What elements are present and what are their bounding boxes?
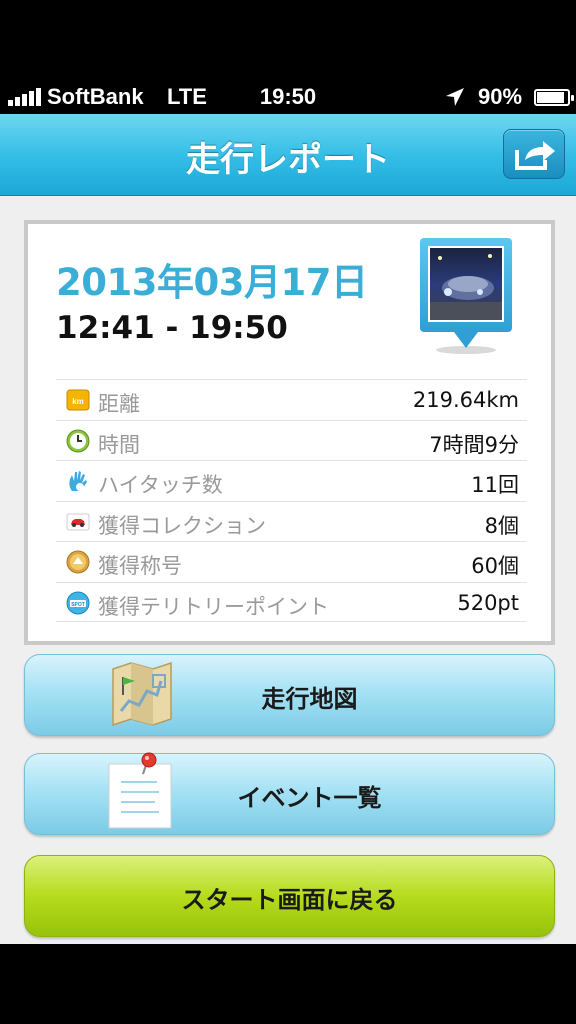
battery-icon [534,89,574,106]
stat-value: 219.64km [412,388,519,412]
status-bar: SoftBank LTE 19:50 90% [0,0,576,114]
stat-label: 時間 [98,432,140,457]
km-icon: km [66,389,90,411]
car-card-icon [66,513,90,530]
share-button[interactable] [503,129,565,179]
drive-map-button-label: 走行地図 [261,685,358,713]
report-card: 2013年03月17日 12:41 - 19:50 km 距離 219.64km… [24,220,555,645]
stat-value: 8個 [484,513,519,538]
content-area: 2013年03月17日 12:41 - 19:50 km 距離 219.64km… [0,196,576,944]
stat-label: 距離 [98,392,140,416]
location-arrow-icon [446,88,464,106]
high-touch-hand-icon [69,471,87,491]
report-time-range: 12:41 - 19:50 [56,310,288,346]
stat-row-distance: km 距離 219.64km [56,379,527,420]
stat-row-high-touch: ハイタッチ数 11回 [56,460,527,501]
stat-row-titles: 獲得称号 60個 [56,541,527,582]
stat-row-territory: SPOT 獲得テリトリーポイント 520pt [56,581,527,622]
clock-icon [66,429,90,452]
stat-label: ハイタッチ数 [98,473,223,497]
page-title: 走行レポート [186,140,390,180]
stat-label: 獲得コレクション [98,513,266,538]
stat-value: 11回 [471,473,519,497]
svg-text:km: km [72,397,84,406]
event-list-button[interactable]: イベント一覧 [24,752,555,835]
stat-row-collection: 獲得コレクション 8個 [56,500,527,542]
stat-label: 獲得テリトリーポイント [98,594,329,619]
nav-bar: 走行レポート [0,114,576,196]
stats-list: km 距離 219.64km 時間 7時間9分 ハイタッチ数 11回 獲得コレク… [56,379,527,622]
title-medal-icon [66,550,90,574]
event-list-button-label: イベント一覧 [237,784,382,812]
photo-pin-icon[interactable] [418,236,514,356]
stat-value: 60個 [471,554,519,578]
stat-value: 7時間9分 [429,432,519,457]
drive-map-button[interactable]: 走行地図 [24,654,555,736]
stat-label: 獲得称号 [98,554,182,578]
back-to-start-button-label: スタート画面に戻る [181,886,398,914]
svg-text:SPOT: SPOT [71,602,85,608]
report-date: 2013年03月17日 [56,261,368,304]
stat-row-time: 時間 7時間9分 [56,419,527,461]
share-icon [515,141,555,170]
stat-value: 520pt [457,590,519,615]
battery-percentage: 90% [478,84,523,109]
spot-icon: SPOT [66,591,90,614]
bottom-bar [0,944,576,1024]
back-to-start-button[interactable]: スタート画面に戻る [24,855,555,937]
